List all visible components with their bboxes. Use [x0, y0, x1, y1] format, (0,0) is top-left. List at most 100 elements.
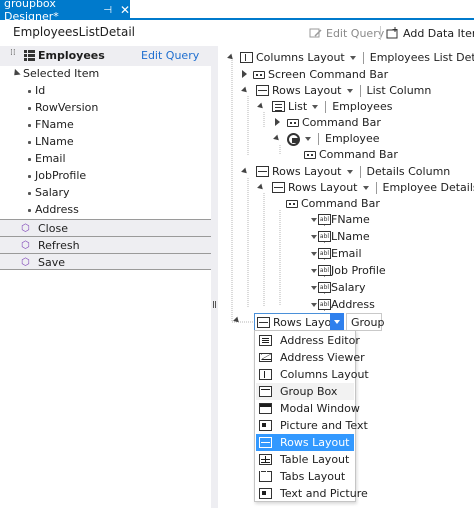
dropdown-arrow-icon[interactable]	[349, 55, 356, 60]
dropdown-arrow-icon[interactable]	[311, 251, 317, 256]
control-type: Rows Layout	[288, 181, 358, 194]
list-icon	[272, 101, 285, 112]
toolbar-separator	[380, 26, 381, 40]
tree-node-field-job-profile[interactable]: Job Profile	[290, 262, 386, 279]
collapse-arrow-icon[interactable]	[11, 68, 21, 79]
dropdown-arrow-icon[interactable]	[311, 268, 317, 273]
tree-node-rows-layout-list-column[interactable]: Rows Layout List Column	[240, 82, 431, 99]
dropdown-arrow-icon[interactable]	[311, 217, 317, 222]
tree-node-field-address[interactable]: Address	[290, 296, 375, 313]
node-name: Email	[331, 247, 362, 260]
rows-layout-icon	[272, 182, 285, 193]
edit-query-link[interactable]: Edit Query	[141, 49, 199, 62]
menu-item-address-editor[interactable]: Address Editor	[256, 332, 360, 349]
field-item[interactable]: RowVersion	[28, 101, 98, 114]
selected-item-node[interactable]: Selected Item	[23, 67, 99, 80]
table-layout-icon	[259, 454, 272, 465]
expand-arrow-icon[interactable]	[241, 86, 249, 95]
tree-node-rows-layout-employee-details[interactable]: Rows Layout Employee Details	[256, 179, 474, 196]
panel-splitter[interactable]	[211, 46, 218, 508]
collection-icon	[24, 50, 35, 61]
dropdown-arrow-icon[interactable]	[362, 185, 369, 190]
designer-tab[interactable]: groupbox Designer* ⊣ ✕	[0, 0, 130, 23]
edit-query-button[interactable]: Edit Query	[309, 24, 384, 42]
expand-arrow-icon[interactable]	[257, 102, 265, 111]
tree-node-list-employees[interactable]: List Employees	[256, 98, 392, 115]
dropdown-arrow-icon[interactable]	[311, 285, 317, 290]
tree-node-list-command-bar[interactable]: Command Bar	[274, 114, 381, 131]
field-item[interactable]: Salary	[28, 186, 70, 199]
menu-item-modal-window[interactable]: Modal Window	[256, 400, 360, 417]
command-refresh[interactable]: ⬡ Refresh	[0, 236, 211, 253]
menu-item-tabs-layout[interactable]: Tabs Layout	[256, 468, 354, 485]
expand-arrow-icon[interactable]	[273, 134, 281, 143]
picture-and-text-icon	[259, 420, 272, 431]
separator	[362, 51, 364, 64]
drag-handle-icon[interactable]: ⁞⁞	[10, 49, 16, 58]
dropdown-button-icon[interactable]	[330, 313, 344, 331]
dropdown-arrow-icon[interactable]	[346, 88, 353, 93]
separator	[359, 165, 361, 178]
dropdown-arrow-icon[interactable]	[305, 136, 311, 141]
dropdown-arrow-icon[interactable]	[311, 302, 317, 307]
menu-item-table-layout[interactable]: Table Layout	[256, 451, 354, 468]
menu-item-rows-layout[interactable]: Rows Layout	[256, 434, 354, 451]
node-name: Address	[331, 298, 375, 311]
field-item[interactable]: JobProfile	[28, 169, 86, 182]
tree-node-columns-layout[interactable]: Columns Layout Employees List Detail	[226, 49, 474, 66]
tree-node-rows-layout-details-column[interactable]: Rows Layout Details Column	[240, 163, 450, 180]
close-icon[interactable]: ✕	[120, 3, 130, 17]
field-item[interactable]: FName	[28, 118, 74, 131]
field-item[interactable]: Address	[28, 203, 79, 216]
command-save[interactable]: ⬡ Save	[0, 253, 211, 270]
menu-item-group-box[interactable]: Group Box	[256, 383, 354, 400]
dropdown-arrow-icon[interactable]	[346, 169, 353, 174]
add-data-item-label: Add Data Item...	[403, 26, 474, 40]
field-item[interactable]: Id	[28, 84, 45, 97]
edit-query-label: Edit Query	[326, 26, 385, 40]
tree-node-field-fname[interactable]: FName	[290, 211, 370, 228]
node-name: Command Bar	[301, 197, 380, 210]
tree-node-details-command-bar[interactable]: Command Bar	[286, 195, 380, 212]
control-type-picker[interactable]: Rows Layout	[254, 313, 344, 331]
text-and-picture-icon	[259, 488, 272, 499]
pin-icon[interactable]: ⊣	[103, 5, 112, 16]
menu-item-columns-layout[interactable]: Columns Layout	[256, 366, 369, 383]
bullet-icon	[28, 89, 31, 93]
entity-header: ⁞⁞ Employees Edit Query	[0, 46, 211, 66]
command-close[interactable]: ⬡ Close	[0, 219, 211, 236]
menu-item-picture-and-text[interactable]: Picture and Text	[256, 417, 368, 434]
command-bar-icon	[253, 70, 265, 79]
group-box-icon	[259, 386, 272, 397]
tree-node-screen-command-bar[interactable]: Screen Command Bar	[240, 66, 388, 83]
menu-item-address-viewer[interactable]: Address Viewer	[256, 349, 365, 366]
method-icon: ⬡	[21, 240, 30, 251]
separator	[325, 100, 327, 113]
expand-arrow-icon[interactable]	[257, 183, 265, 192]
group-name-field[interactable]: Group	[346, 313, 385, 331]
bullet-icon	[28, 140, 31, 144]
expand-arrow-icon[interactable]	[227, 53, 235, 62]
field-item[interactable]: Email	[28, 152, 66, 165]
splitter-grip-icon	[213, 301, 216, 308]
expand-arrow-icon[interactable]	[241, 167, 249, 176]
tab-title: groupbox Designer*	[4, 0, 59, 23]
tree-node-field-salary[interactable]: Salary	[290, 279, 366, 296]
rows-layout-icon	[257, 316, 270, 328]
expand-arrow-icon[interactable]	[275, 118, 280, 126]
tree-node-field-lname[interactable]: LName	[290, 228, 370, 245]
menu-item-text-and-picture[interactable]: Text and Picture	[256, 485, 368, 502]
tree-node-employee-command-bar[interactable]: Command Bar	[304, 146, 398, 163]
screen-name: EmployeesListDetail	[13, 25, 136, 39]
tree-node-field-email[interactable]: Email	[290, 245, 362, 262]
dropdown-arrow-icon[interactable]	[311, 234, 317, 239]
command-bar-icon	[287, 118, 299, 127]
expand-arrow-icon[interactable]	[242, 70, 247, 78]
modal-window-icon	[259, 403, 272, 414]
textbox-icon	[318, 214, 331, 225]
tree-node-employee[interactable]: Employee	[272, 130, 379, 147]
node-name: Employee	[325, 132, 380, 145]
dropdown-arrow-icon[interactable]	[312, 104, 319, 109]
field-item[interactable]: LName	[28, 135, 74, 148]
add-data-item-button[interactable]: Add Data Item...	[386, 24, 474, 42]
